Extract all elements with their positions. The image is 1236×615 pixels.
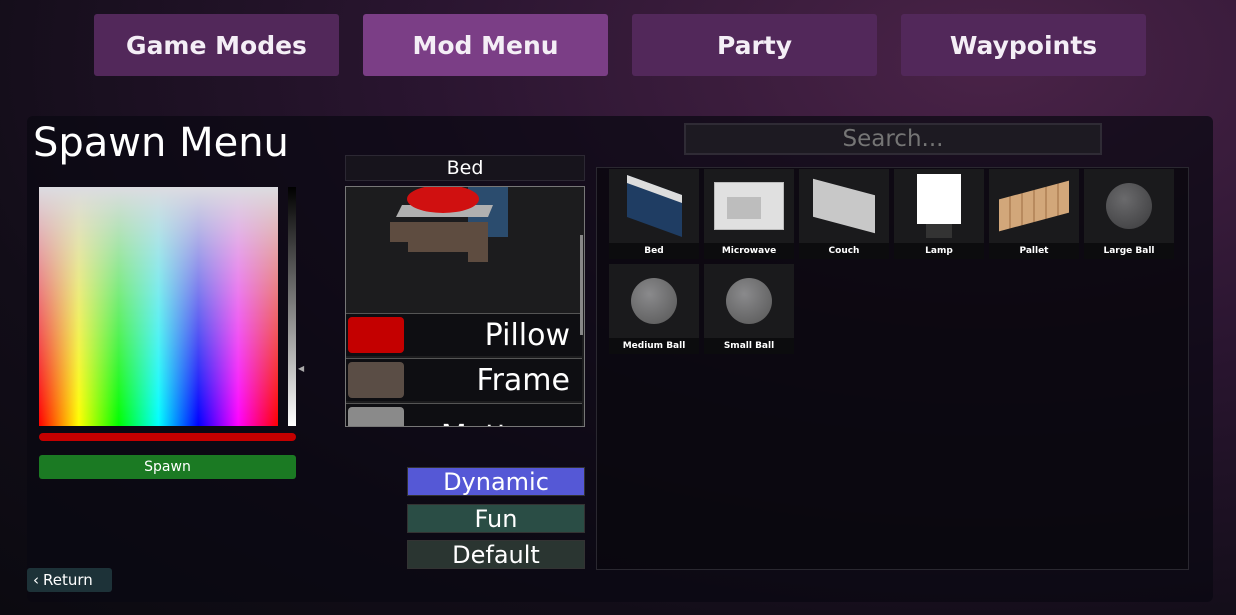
- tab-mod-menu[interactable]: Mod Menu: [363, 14, 608, 76]
- return-label: Return: [43, 571, 93, 589]
- item-large-ball[interactable]: Large Ball: [1084, 169, 1174, 259]
- ball-icon: [609, 264, 699, 338]
- item-lamp[interactable]: Lamp: [894, 169, 984, 259]
- tab-waypoints[interactable]: Waypoints: [901, 14, 1146, 76]
- selected-color-preview: [39, 433, 296, 441]
- bed-icon: [609, 169, 699, 243]
- pallet-icon: [989, 169, 1079, 243]
- brightness-slider[interactable]: [288, 187, 296, 426]
- item-label: Couch: [799, 243, 889, 259]
- item-label: Lamp: [894, 243, 984, 259]
- item-pallet[interactable]: Pallet: [989, 169, 1079, 259]
- scrollbar[interactable]: [580, 235, 583, 335]
- item-label: Small Ball: [704, 338, 794, 354]
- ball-icon: [704, 264, 794, 338]
- bed-preview-image: [390, 187, 508, 262]
- item-label: Pallet: [989, 243, 1079, 259]
- return-button[interactable]: ‹ Return: [27, 568, 112, 592]
- part-row-frame[interactable]: Frame: [346, 358, 582, 401]
- lamp-icon: [894, 169, 984, 243]
- tab-game-modes[interactable]: Game Modes: [94, 14, 339, 76]
- selected-object-name: Bed: [345, 155, 585, 181]
- item-couch[interactable]: Couch: [799, 169, 889, 259]
- ball-icon: [1084, 169, 1174, 243]
- item-microwave[interactable]: Microwave: [704, 169, 794, 259]
- search-input[interactable]: [684, 123, 1102, 155]
- dynamic-mode-button[interactable]: Dynamic: [407, 467, 585, 496]
- microwave-icon: [704, 169, 794, 243]
- item-label: Microwave: [704, 243, 794, 259]
- part-label: Mattress: [441, 419, 570, 427]
- part-label: Pillow: [484, 317, 570, 353]
- default-mode-button[interactable]: Default: [407, 540, 585, 569]
- item-medium-ball[interactable]: Medium Ball: [609, 264, 699, 354]
- item-small-ball[interactable]: Small Ball: [704, 264, 794, 354]
- chevron-left-icon: ‹: [33, 571, 39, 589]
- slider-arrow-icon: ◀: [298, 364, 305, 373]
- item-grid: Bed Microwave Couch Lamp Pallet Large Ba…: [596, 167, 1189, 570]
- object-preview-list[interactable]: Pillow Frame Mattress: [345, 186, 585, 427]
- part-row-pillow[interactable]: Pillow: [346, 313, 582, 356]
- item-label: Bed: [609, 243, 699, 259]
- page-title: Spawn Menu: [33, 120, 289, 166]
- fun-mode-button[interactable]: Fun: [407, 504, 585, 533]
- item-bed[interactable]: Bed: [609, 169, 699, 259]
- item-label: Large Ball: [1084, 243, 1174, 259]
- couch-icon: [799, 169, 889, 243]
- frame-color-swatch[interactable]: [348, 362, 404, 398]
- tab-party[interactable]: Party: [632, 14, 877, 76]
- part-label: Frame: [476, 362, 570, 398]
- part-row-mattress[interactable]: Mattress: [346, 403, 582, 427]
- mattress-color-swatch[interactable]: [348, 407, 404, 426]
- spawn-button[interactable]: Spawn: [39, 455, 296, 479]
- item-label: Medium Ball: [609, 338, 699, 354]
- color-picker[interactable]: [39, 187, 278, 426]
- pillow-color-swatch[interactable]: [348, 317, 404, 353]
